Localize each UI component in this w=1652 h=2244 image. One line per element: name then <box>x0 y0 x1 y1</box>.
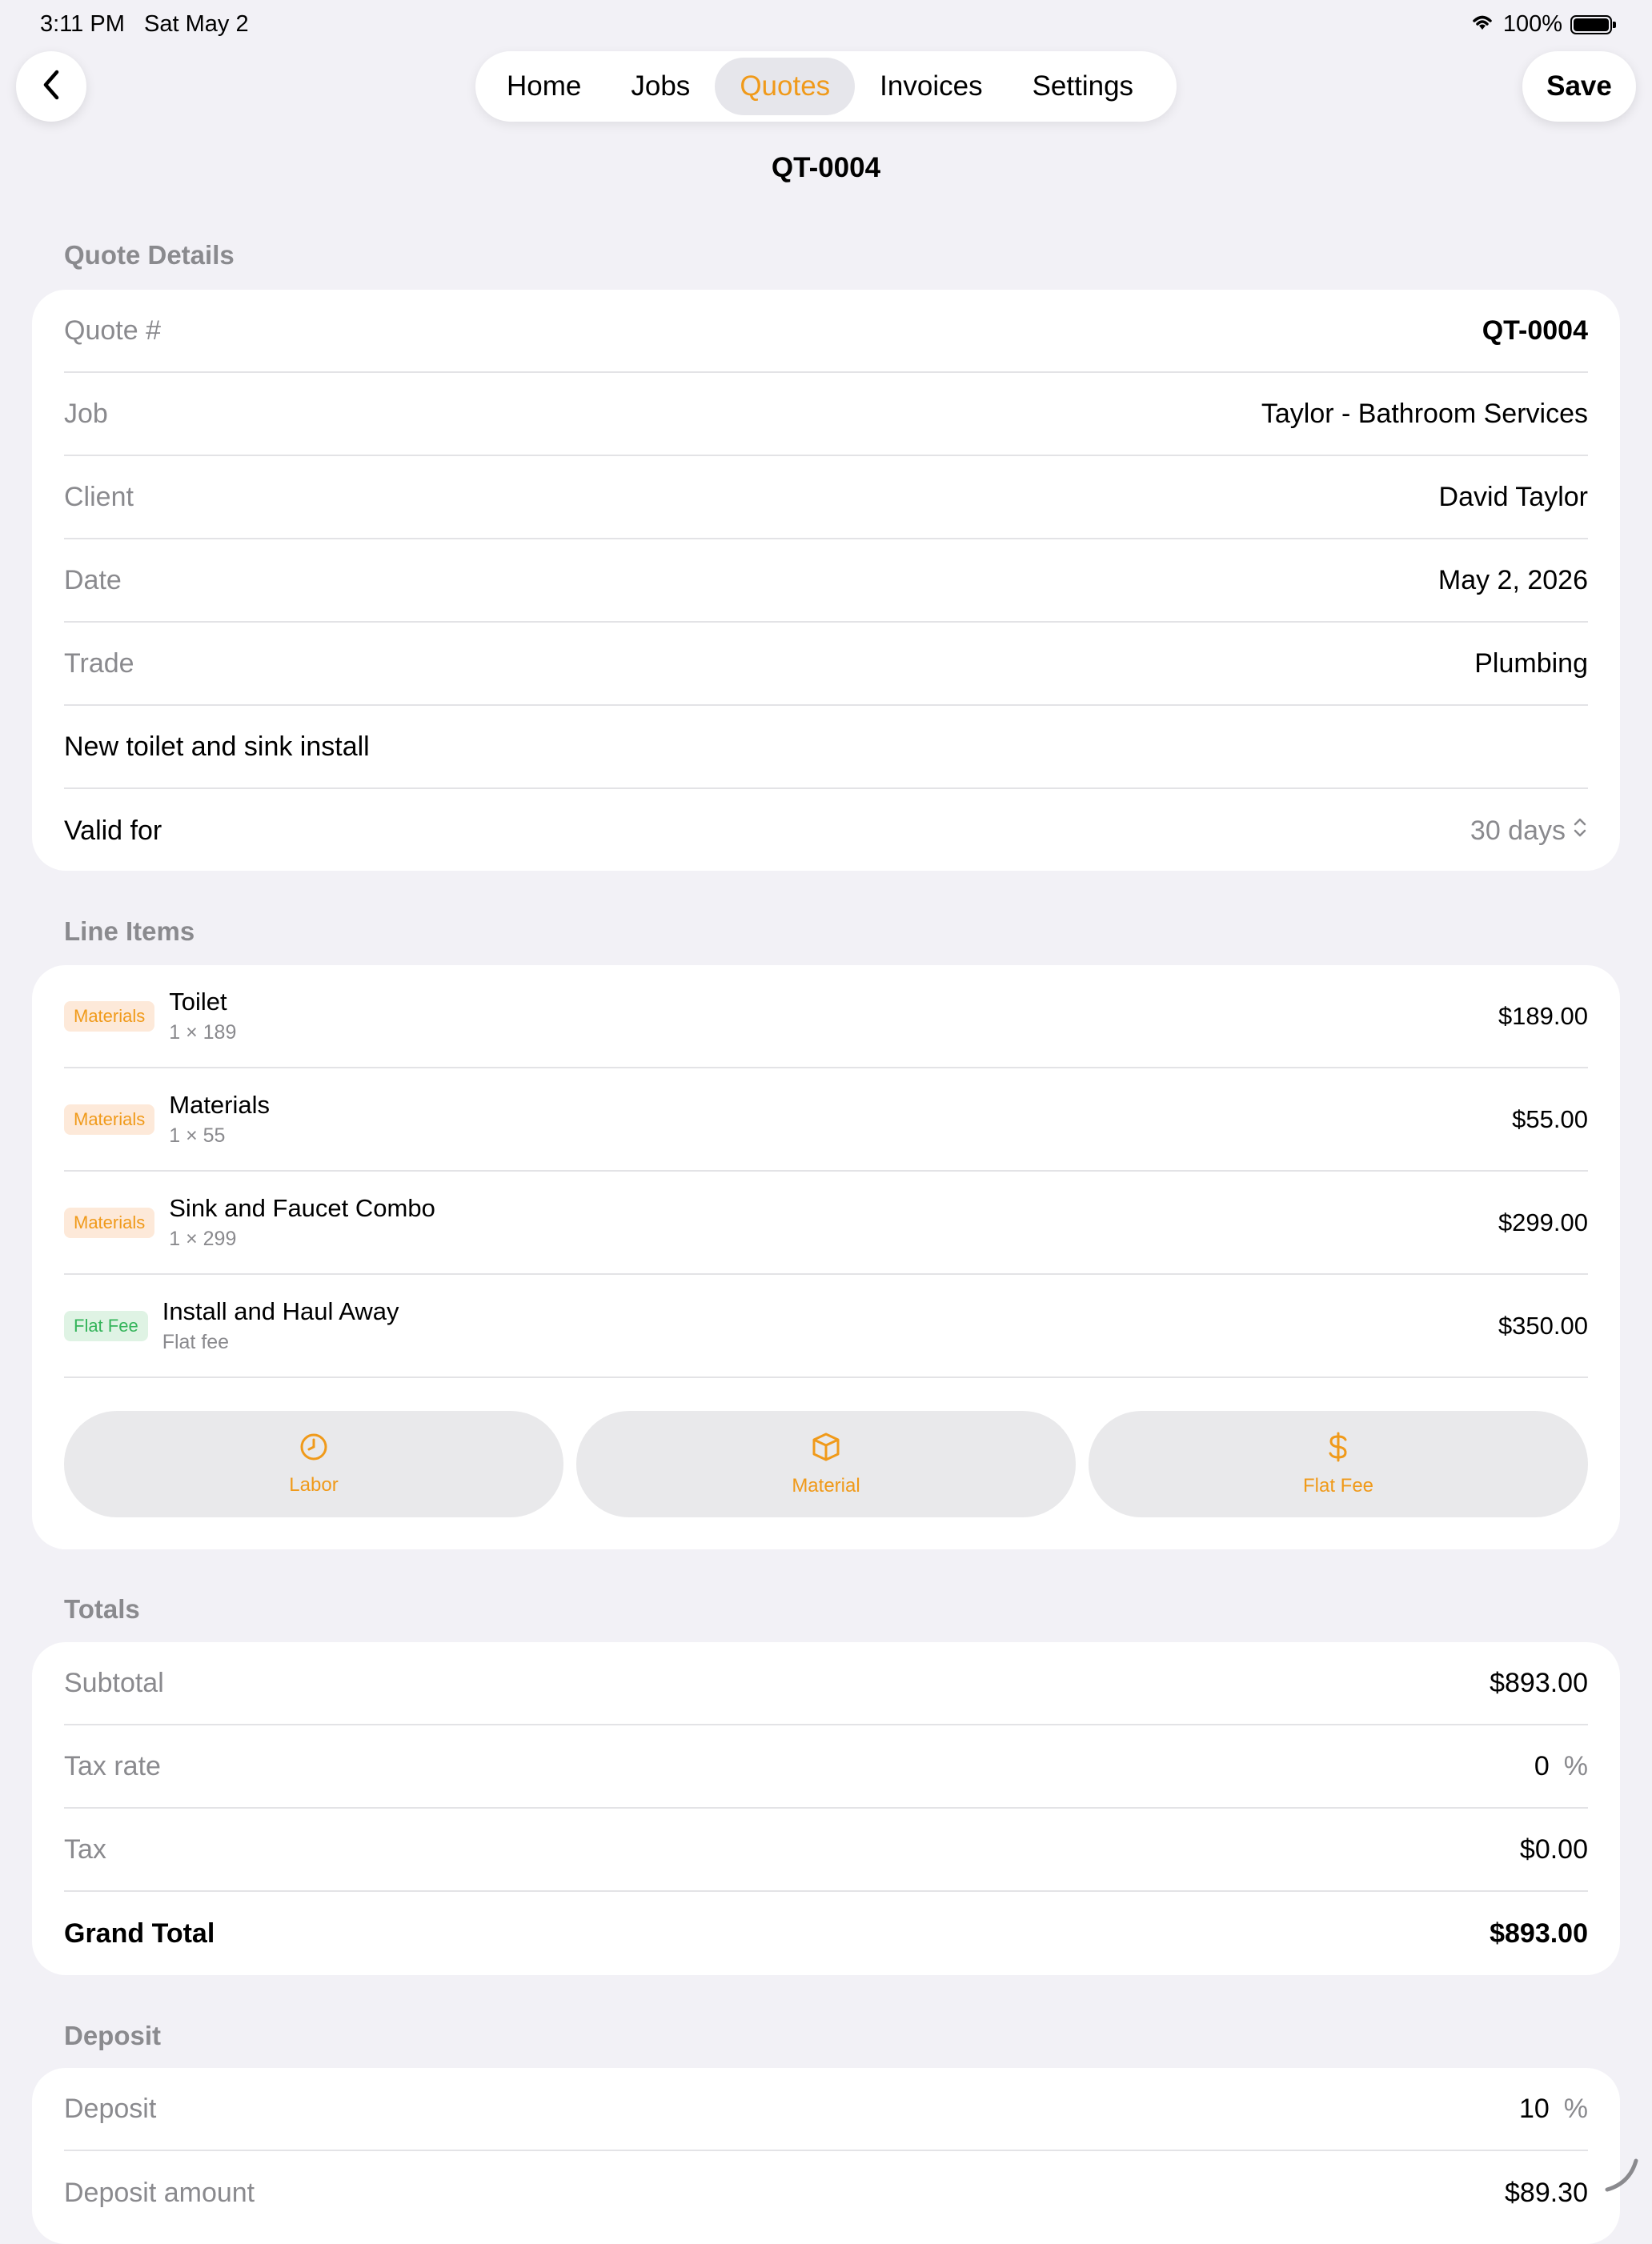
add-material-label: Material <box>792 1475 860 1497</box>
detail-label: Date <box>64 564 122 595</box>
quote-details-card: Quote # QT-0004 Job Taylor - Bathroom Se… <box>32 290 1620 871</box>
category-badge: Materials <box>64 1000 155 1032</box>
subtotal-row: Subtotal $893.00 <box>64 1642 1588 1725</box>
add-labor-button[interactable]: Labor <box>64 1411 563 1517</box>
detail-label: Job <box>64 398 108 429</box>
status-indicators: 100% <box>1470 11 1616 38</box>
wifi-icon <box>1470 11 1495 38</box>
detail-value: David Taylor <box>1438 481 1588 512</box>
line-item-price: $189.00 <box>1498 1001 1588 1030</box>
tax-row: Tax $0.00 <box>64 1809 1588 1892</box>
detail-row-quote-number: Quote # QT-0004 <box>64 290 1588 373</box>
valid-for-picker[interactable]: Valid for 30 days <box>64 789 1588 872</box>
section-header-deposit: Deposit <box>64 2021 162 2050</box>
description-field[interactable]: New toilet and sink install <box>64 706 1588 789</box>
line-item-row[interactable]: Materials Materials 1 × 55 $55.00 <box>64 1068 1588 1172</box>
tax-label: Tax <box>64 1833 106 1865</box>
line-item-detail: 1 × 55 <box>169 1124 226 1147</box>
add-labor-label: Labor <box>289 1474 339 1496</box>
box-icon <box>810 1431 842 1475</box>
tab-jobs[interactable]: Jobs <box>606 58 715 115</box>
grand-total-label: Grand Total <box>64 1917 215 1949</box>
tab-home[interactable]: Home <box>482 58 606 115</box>
status-time: 3:11 PM Sat May 2 <box>40 11 249 37</box>
grand-total-value: $893.00 <box>1490 1917 1588 1949</box>
line-item-price: $350.00 <box>1498 1311 1588 1340</box>
resize-handle-icon <box>1601 2154 1641 2198</box>
totals-card: Subtotal $893.00 Tax rate 0% Tax $0.00 G… <box>32 1642 1620 1975</box>
line-item-price: $55.00 <box>1512 1104 1588 1133</box>
line-item-name: Materials <box>169 1091 271 1119</box>
add-flat-fee-label: Flat Fee <box>1302 1475 1374 1497</box>
tab-invoices[interactable]: Invoices <box>855 58 1007 115</box>
percent-unit: % <box>1563 1750 1588 1781</box>
valid-for-label: Valid for <box>64 815 162 846</box>
subtotal-label: Subtotal <box>64 1667 164 1698</box>
section-header-quote-details: Quote Details <box>64 240 235 270</box>
detail-value: Taylor - Bathroom Services <box>1261 398 1588 429</box>
detail-row-date[interactable]: Date May 2, 2026 <box>64 539 1588 623</box>
deposit-amount-row: Deposit amount $89.30 <box>64 2151 1588 2234</box>
line-item-price: $299.00 <box>1498 1208 1588 1236</box>
subtotal-value: $893.00 <box>1490 1667 1588 1698</box>
deposit-amount-value: $89.30 <box>1505 2177 1588 2208</box>
detail-value: May 2, 2026 <box>1437 564 1588 595</box>
tax-rate-input[interactable]: 0 <box>1534 1751 1550 1781</box>
page-title: QT-0004 <box>771 152 881 183</box>
add-flat-fee-button[interactable]: Flat Fee <box>1089 1411 1588 1517</box>
valid-for-value: 30 days <box>1470 815 1566 846</box>
deposit-card: Deposit 10% Deposit amount $89.30 <box>32 2068 1620 2244</box>
detail-value: Plumbing <box>1474 647 1588 679</box>
save-button[interactable]: Save <box>1522 51 1636 122</box>
battery-icon <box>1570 14 1616 34</box>
category-badge: Flat Fee <box>64 1310 148 1341</box>
section-header-totals: Totals <box>64 1594 140 1624</box>
tax-value: $0.00 <box>1519 1833 1588 1865</box>
description-text: New toilet and sink install <box>64 731 370 762</box>
line-item-name: Install and Haul Away <box>162 1297 399 1325</box>
line-item-row[interactable]: Materials Toilet 1 × 189 $189.00 <box>64 965 1588 1068</box>
line-item-row[interactable]: Materials Sink and Faucet Combo 1 × 299 … <box>64 1172 1588 1275</box>
dollar-icon <box>1326 1431 1350 1475</box>
section-header-line-items: Line Items <box>64 916 195 946</box>
tab-settings[interactable]: Settings <box>1008 58 1158 115</box>
deposit-percent-input[interactable]: 10 <box>1519 2094 1550 2124</box>
deposit-amount-label: Deposit amount <box>64 2177 255 2208</box>
chevron-left-icon <box>39 69 63 105</box>
status-bar: 3:11 PM Sat May 2 100% <box>0 0 1652 51</box>
detail-label: Quote # <box>64 315 161 346</box>
clock-icon <box>299 1432 329 1474</box>
detail-row-job[interactable]: Job Taylor - Bathroom Services <box>64 373 1588 456</box>
chevron-up-down-icon <box>1572 815 1588 847</box>
detail-label: Trade <box>64 647 134 679</box>
category-badge: Materials <box>64 1207 155 1238</box>
line-item-detail: 1 × 299 <box>169 1228 237 1250</box>
line-item-row[interactable]: Flat Fee Install and Haul Away Flat fee … <box>64 1275 1588 1378</box>
percent-unit: % <box>1563 2093 1588 2124</box>
line-item-name: Sink and Faucet Combo <box>169 1194 435 1222</box>
category-badge: Materials <box>64 1104 155 1135</box>
line-item-name: Toilet <box>169 988 227 1016</box>
add-material-button[interactable]: Material <box>576 1411 1076 1517</box>
line-item-detail: Flat fee <box>162 1331 230 1353</box>
tab-quotes[interactable]: Quotes <box>715 58 856 115</box>
tax-rate-row: Tax rate 0% <box>64 1725 1588 1809</box>
detail-row-trade[interactable]: Trade Plumbing <box>64 623 1588 706</box>
grand-total-row: Grand Total $893.00 <box>64 1892 1588 1975</box>
tax-rate-label: Tax rate <box>64 1750 161 1781</box>
deposit-label: Deposit <box>64 2093 157 2124</box>
detail-value: QT-0004 <box>1482 315 1588 346</box>
deposit-row: Deposit 10% <box>64 2068 1588 2151</box>
tab-bar: Home Jobs Quotes Invoices Settings <box>475 51 1177 122</box>
detail-label: Client <box>64 481 134 512</box>
back-button[interactable] <box>16 51 86 122</box>
battery-percent: 100% <box>1502 11 1562 37</box>
line-item-detail: 1 × 189 <box>169 1021 237 1044</box>
detail-row-client[interactable]: Client David Taylor <box>64 456 1588 539</box>
